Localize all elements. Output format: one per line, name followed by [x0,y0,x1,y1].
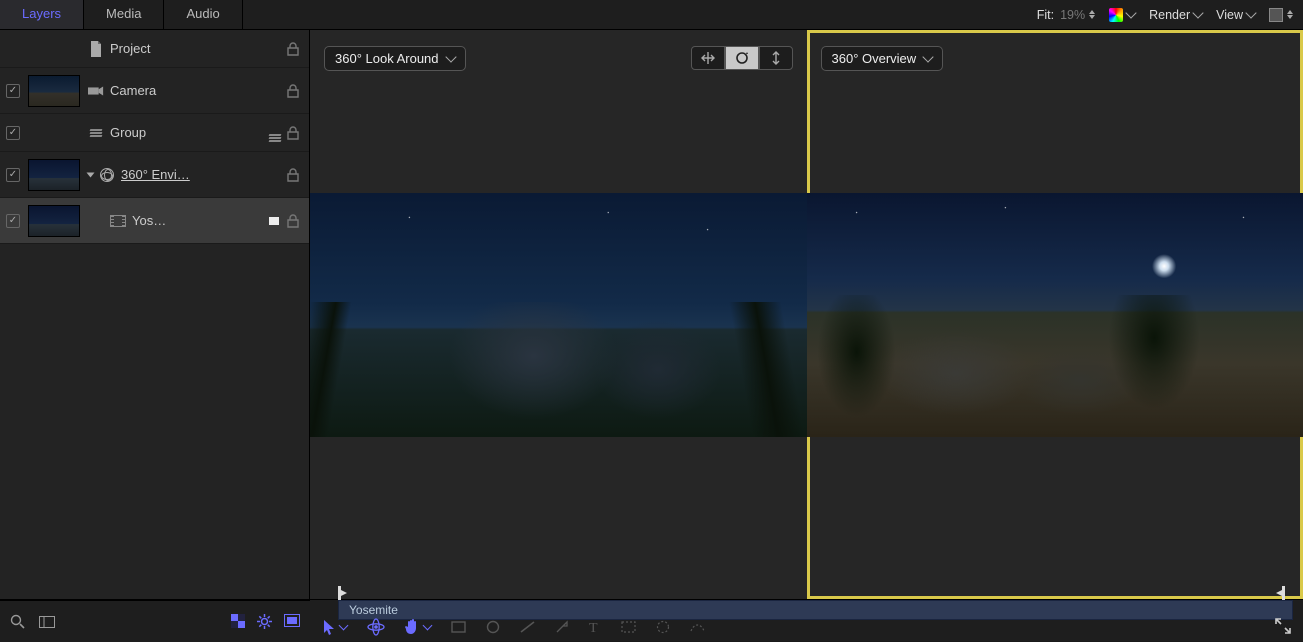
lock-icon[interactable] [287,84,301,98]
camera-mode-label: 360° Look Around [335,51,439,66]
chevron-down-icon [445,51,456,62]
group-icon [88,125,104,141]
mask-icon[interactable] [284,614,300,629]
hand-tool[interactable] [405,619,431,635]
viewport-left[interactable]: 360° Look Around [310,30,807,599]
rectangle-tool[interactable] [451,621,466,633]
layer-label: Group [110,125,261,140]
view-label: View [1216,8,1243,22]
render-menu[interactable]: Render [1149,8,1202,22]
frame-badge-icon [269,217,279,225]
line-tool[interactable] [520,621,535,633]
lock-icon[interactable] [287,126,301,140]
visibility-checkbox[interactable] [6,168,20,182]
layer-thumbnail [28,75,80,107]
chevron-down-icon [923,51,934,62]
layer-row-clip[interactable]: Yos… [0,198,309,244]
camera-mode-label: 360° Overview [832,51,917,66]
visibility-checkbox[interactable] [6,126,20,140]
visibility-checkbox[interactable] [6,214,20,228]
preview-image-right [807,193,1303,437]
layer-row-project[interactable]: Project [0,30,309,68]
text-tool[interactable]: T [589,620,601,634]
camera-icon [88,83,104,99]
fit-label: Fit: [1037,8,1054,22]
layer-label: Yos… [132,213,263,228]
filmstrip-icon [110,213,126,229]
timeline-clip[interactable]: Yosemite [338,600,1293,620]
chevron-down-icon [339,621,349,631]
fit-value: 19% [1060,8,1085,22]
mask-freehand-tool[interactable] [690,621,705,633]
camera-mode-menu-left[interactable]: 360° Look Around [324,46,466,71]
viewport-layout-icon [1269,8,1283,22]
tab-layers[interactable]: Layers [0,0,84,29]
layout-menu[interactable] [1269,8,1293,22]
disclosure-triangle-icon[interactable] [87,172,95,177]
lock-icon[interactable] [287,168,301,182]
document-icon [88,41,104,57]
layer-thumbnail [28,159,80,191]
chevron-down-icon [1245,7,1256,18]
color-wheel-icon [1109,8,1123,22]
layer-label: Project [110,41,279,56]
chevron-down-icon [423,621,433,631]
render-label: Render [1149,8,1190,22]
viewport-right[interactable]: 360° Overview [807,30,1303,599]
search-icon[interactable] [10,614,25,629]
lock-icon[interactable] [287,42,301,56]
circle-tool[interactable] [486,620,500,634]
stepper-icon [1089,10,1095,19]
mask-circle-tool[interactable] [656,620,670,634]
checkbox-placeholder [6,42,20,56]
mask-rect-tool[interactable] [621,621,636,633]
orbit-tool-button[interactable] [725,46,759,70]
tab-media[interactable]: Media [84,0,164,29]
timeline-clip-label: Yosemite [349,603,398,617]
select-tool[interactable] [324,620,347,635]
transform-3d-tool[interactable] [367,618,385,636]
layer-label: 360° Envi… [121,167,279,182]
layer-label: Camera [110,83,279,98]
lock-icon[interactable] [287,214,301,228]
pan-tool-button[interactable] [691,46,725,70]
svg-text:T: T [589,621,598,634]
chevron-down-icon [1192,7,1203,18]
stepper-icon [1287,10,1293,19]
pen-tool[interactable] [555,620,569,634]
gear-icon[interactable] [257,614,272,629]
panel-toggle-icon[interactable] [39,616,55,628]
visibility-checkbox[interactable] [6,84,20,98]
thumb-placeholder [28,117,80,149]
preview-image-left [310,193,807,437]
sphere-360-icon [99,167,115,183]
layer-thumbnail [28,205,80,237]
color-channel-menu[interactable] [1109,8,1135,22]
out-point-marker-icon[interactable] [1275,586,1285,600]
layer-row-360-environment[interactable]: 360° Envi… [0,152,309,198]
layer-row-camera[interactable]: Camera [0,68,309,114]
checker-grid-icon[interactable] [231,614,245,629]
thumb-placeholder [28,33,80,65]
chevron-down-icon [1125,7,1136,18]
tab-audio[interactable]: Audio [164,0,242,29]
camera-mode-menu-right[interactable]: 360° Overview [821,46,944,71]
blend-icon[interactable] [269,124,281,142]
layer-row-group[interactable]: Group [0,114,309,152]
view-menu[interactable]: View [1216,8,1255,22]
dolly-tool-button[interactable] [759,46,793,70]
fit-zoom-control[interactable]: Fit: 19% [1037,8,1095,22]
expand-timeline-icon[interactable] [1275,618,1291,634]
in-point-marker-icon[interactable] [338,586,348,600]
